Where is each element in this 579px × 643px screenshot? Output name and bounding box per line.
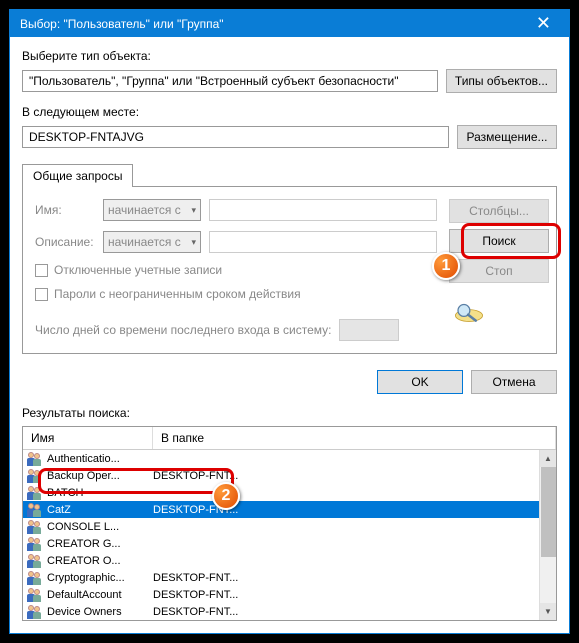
- row-name: CREATOR G...: [47, 538, 153, 550]
- disabled-accounts-checkbox[interactable]: [35, 264, 48, 277]
- dialog-window: Выбор: "Пользователь" или "Группа" ✕ Выб…: [9, 9, 570, 634]
- results-header: Имя В папке: [23, 427, 556, 450]
- location-field[interactable]: [22, 126, 449, 148]
- columns-button: Столбцы...: [449, 199, 549, 223]
- dialog-content: Выберите тип объекта: Типы объектов... В…: [10, 37, 569, 633]
- queries-tab-container: Общие запросы Имя: начинается с ▾ Описан…: [22, 163, 557, 354]
- locations-button[interactable]: Размещение...: [457, 125, 557, 149]
- row-name: CatZ: [47, 504, 153, 516]
- days-since-logon-label: Число дней со времени последнего входа в…: [35, 323, 331, 337]
- row-name: Device Owners: [47, 606, 153, 618]
- row-name: CONSOLE L...: [47, 521, 153, 533]
- row-folder: DESKTOP-FNT...: [153, 589, 238, 601]
- results-label: Результаты поиска:: [22, 406, 557, 420]
- group-icon: [27, 604, 43, 620]
- table-row[interactable]: Device OwnersDESKTOP-FNT...: [23, 603, 556, 620]
- row-name: Authenticatio...: [47, 453, 153, 465]
- object-type-field[interactable]: [22, 70, 438, 92]
- group-icon: [27, 570, 43, 586]
- table-row[interactable]: Backup Oper...DESKTOP-FNT...: [23, 467, 556, 484]
- stop-button: Стоп: [449, 259, 549, 283]
- table-row[interactable]: CREATOR O...: [23, 552, 556, 569]
- results-body: Authenticatio...Backup Oper...DESKTOP-FN…: [23, 450, 556, 620]
- row-name: Backup Oper...: [47, 470, 153, 482]
- find-now-button[interactable]: Поиск: [449, 229, 549, 253]
- scroll-thumb[interactable]: [541, 467, 556, 557]
- row-name: DefaultAccount: [47, 589, 153, 601]
- group-icon: [27, 519, 43, 535]
- object-types-button[interactable]: Типы объектов...: [446, 69, 557, 93]
- non-expiring-pw-label: Пароли с неограниченным сроком действия: [54, 287, 301, 301]
- location-label: В следующем месте:: [22, 105, 557, 119]
- results-list: Имя В папке Authenticatio... Backup Oper.…: [22, 426, 557, 621]
- table-row[interactable]: BATCH: [23, 484, 556, 501]
- column-folder[interactable]: В папке: [153, 427, 556, 449]
- table-row[interactable]: CONSOLE L...: [23, 518, 556, 535]
- scroll-up-icon[interactable]: ▲: [540, 450, 556, 467]
- row-name: Cryptographic...: [47, 572, 153, 584]
- ok-button[interactable]: OK: [377, 370, 463, 394]
- tab-body: Имя: начинается с ▾ Описание: начинается…: [22, 186, 557, 354]
- group-icon: [27, 536, 43, 552]
- magnifier-icon: [449, 301, 489, 325]
- row-folder: DESKTOP-FNT...: [153, 572, 238, 584]
- disabled-accounts-label: Отключенные учетные записи: [54, 263, 222, 277]
- days-since-logon-input: [339, 319, 399, 341]
- non-expiring-pw-checkbox[interactable]: [35, 288, 48, 301]
- annotation-badge-1: 1: [432, 252, 460, 280]
- row-name: CREATOR O...: [47, 555, 153, 567]
- column-name[interactable]: Имя: [23, 427, 153, 449]
- desc-filter-combo[interactable]: начинается с ▾: [103, 231, 201, 253]
- name-filter-input[interactable]: [209, 199, 437, 221]
- group-icon: [27, 587, 43, 603]
- table-row[interactable]: Cryptographic...DESKTOP-FNT...: [23, 569, 556, 586]
- table-row[interactable]: Authenticatio...: [23, 450, 556, 467]
- chevron-down-icon: ▾: [191, 205, 196, 216]
- cancel-button[interactable]: Отмена: [471, 370, 557, 394]
- chevron-down-icon: ▾: [191, 237, 196, 248]
- object-type-label: Выберите тип объекта:: [22, 49, 557, 63]
- row-name: BATCH: [47, 487, 153, 499]
- group-icon: [27, 451, 43, 467]
- scrollbar[interactable]: ▲ ▼: [539, 450, 556, 620]
- close-icon[interactable]: ✕: [528, 13, 559, 34]
- group-icon: [27, 485, 43, 501]
- table-row[interactable]: CatZDESKTOP-FNT...: [23, 501, 556, 518]
- titlebar-text: Выбор: "Пользователь" или "Группа": [20, 17, 528, 31]
- scroll-down-icon[interactable]: ▼: [540, 603, 556, 620]
- table-row[interactable]: CREATOR G...: [23, 535, 556, 552]
- group-icon: [27, 468, 43, 484]
- name-filter-label: Имя:: [35, 203, 95, 217]
- row-folder: DESKTOP-FNT...: [153, 606, 238, 618]
- name-filter-combo[interactable]: начинается с ▾: [103, 199, 201, 221]
- table-row[interactable]: DefaultAccountDESKTOP-FNT...: [23, 586, 556, 603]
- desc-filter-input[interactable]: [209, 231, 437, 253]
- titlebar: Выбор: "Пользователь" или "Группа" ✕: [10, 10, 569, 37]
- tab-common-queries[interactable]: Общие запросы: [22, 164, 133, 187]
- desc-filter-label: Описание:: [35, 235, 95, 249]
- annotation-badge-2: 2: [212, 482, 240, 510]
- group-icon: [27, 502, 43, 518]
- group-icon: [27, 553, 43, 569]
- row-folder: DESKTOP-FNT...: [153, 470, 238, 482]
